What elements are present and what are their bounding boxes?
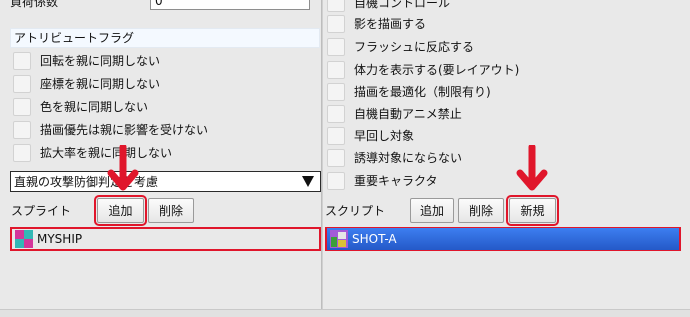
checkbox[interactable] <box>13 143 31 162</box>
checkbox-label: 重要キャラクタ <box>354 173 438 188</box>
script-item-label: SHOT-A <box>352 232 397 246</box>
checkbox-label: 描画優先は親に影響を受けない <box>40 122 209 137</box>
script-list-item-selected[interactable]: SHOT-A <box>327 228 679 250</box>
load-factor-label: 負荷係数 <box>10 0 59 9</box>
checkbox-row-shadow[interactable]: 影を描画する <box>327 14 426 33</box>
load-factor-row: 負荷係数 0 <box>10 0 322 10</box>
script-delete-button[interactable]: 削除 <box>458 198 504 223</box>
sprite-add-button[interactable]: 追加 <box>94 195 147 226</box>
checkbox-label: フラッシュに反応する <box>354 39 475 54</box>
checkbox-row-flash[interactable]: フラッシュに反応する <box>327 37 474 56</box>
checkbox[interactable] <box>327 37 345 56</box>
checkbox-row-fast-forward[interactable]: 早回し対象 <box>327 126 414 145</box>
checkbox-label: 回転を親に同期しない <box>40 53 161 68</box>
checkbox-label: 影を描画する <box>354 16 427 31</box>
checkbox[interactable] <box>327 82 345 101</box>
checkbox[interactable] <box>327 171 345 190</box>
checkbox-label: 誘導対象にならない <box>354 150 463 165</box>
checkbox-label: 自機自動アニメ禁止 <box>354 106 462 121</box>
script-add-button[interactable]: 追加 <box>410 198 454 223</box>
sprite-icon <box>15 230 33 248</box>
checkbox[interactable] <box>327 0 345 12</box>
attack-defense-dropdown[interactable]: 直親の攻撃防御判定を考慮 <box>10 171 321 192</box>
checkbox[interactable] <box>13 51 31 70</box>
checkbox[interactable] <box>13 120 31 139</box>
sprite-item-label: MYSHIP <box>37 232 83 246</box>
left-panel: 負荷係数 0 アトリビュートフラグ 回転を親に同期しない 座標を親に同期しない … <box>0 0 322 317</box>
checkbox-label: 座標を親に同期しない <box>40 76 161 91</box>
dropdown-arrow-icon[interactable] <box>302 176 314 187</box>
checkbox-label: 自機コントロール <box>354 0 451 10</box>
checkbox-row-player-control[interactable]: 自機コントロール <box>327 0 450 12</box>
load-factor-input[interactable]: 0 <box>150 0 310 10</box>
attribute-flag-header: アトリビュートフラグ <box>10 28 320 48</box>
checkbox-label: 早回し対象 <box>354 128 415 143</box>
script-section-label: スクリプト <box>325 204 386 218</box>
checkbox-row-important[interactable]: 重要キャラクタ <box>327 171 438 190</box>
checkbox-label: 色を親に同期しない <box>40 99 149 114</box>
checkbox-row-no-homing[interactable]: 誘導対象にならない <box>327 148 462 167</box>
checkbox-label: 描画を最適化（制限有り) <box>354 84 491 99</box>
checkbox-row-no-auto-anim[interactable]: 自機自動アニメ禁止 <box>327 104 462 123</box>
checkbox-row-scale[interactable]: 拡大率を親に同期しない <box>13 143 172 162</box>
right-panel: 自機コントロール 影を描画する フラッシュに反応する 体力を表示する(要レイアウ… <box>323 0 690 317</box>
checkbox-row-draw-priority[interactable]: 描画優先は親に影響を受けない <box>13 120 208 139</box>
checkbox-row-show-hp[interactable]: 体力を表示する(要レイアウト) <box>327 60 519 79</box>
checkbox[interactable] <box>327 148 345 167</box>
window-bottom-edge <box>0 309 690 317</box>
checkbox[interactable] <box>327 60 345 79</box>
script-icon <box>330 230 348 248</box>
checkbox[interactable] <box>13 97 31 116</box>
script-new-button[interactable]: 新規 <box>506 195 559 226</box>
sprite-section-label: スプライト <box>11 204 72 218</box>
red-arrow-icon <box>516 145 548 191</box>
checkbox-row-color[interactable]: 色を親に同期しない <box>13 97 148 116</box>
checkbox[interactable] <box>327 104 345 123</box>
checkbox[interactable] <box>327 126 345 145</box>
red-arrow-icon <box>107 145 139 191</box>
checkbox-label: 拡大率を親に同期しない <box>40 145 173 160</box>
checkbox-row-position[interactable]: 座標を親に同期しない <box>13 74 160 93</box>
sprite-delete-button[interactable]: 削除 <box>148 198 194 223</box>
checkbox-row-rotation[interactable]: 回転を親に同期しない <box>13 51 160 70</box>
checkbox-row-optimize-draw[interactable]: 描画を最適化（制限有り) <box>327 82 491 101</box>
checkbox[interactable] <box>13 74 31 93</box>
sprite-list-item[interactable]: MYSHIP <box>12 228 319 250</box>
checkbox-label: 体力を表示する(要レイアウト) <box>354 62 520 77</box>
checkbox[interactable] <box>327 14 345 33</box>
